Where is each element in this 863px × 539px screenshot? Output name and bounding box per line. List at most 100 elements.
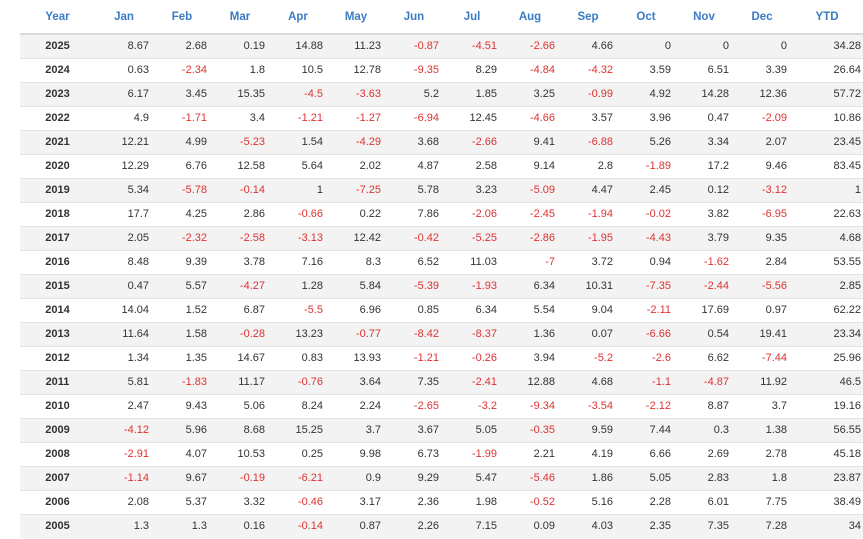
return-cell: -0.02: [617, 201, 675, 226]
year-cell: 2014: [20, 297, 95, 322]
column-header-dec[interactable]: Dec: [733, 0, 791, 35]
return-cell: -0.66: [269, 201, 327, 226]
return-cell: 1: [269, 177, 327, 202]
return-cell: 5.78: [385, 177, 443, 202]
return-cell: 5.81: [95, 369, 153, 394]
ytd-cell: 62.22: [791, 297, 863, 322]
return-cell: 1.85: [443, 81, 501, 106]
return-cell: 0.54: [675, 321, 733, 346]
return-cell: -1.62: [675, 249, 733, 274]
return-cell: 0: [675, 33, 733, 58]
return-cell: -1.14: [95, 465, 153, 490]
return-cell: 3.96: [617, 105, 675, 130]
return-cell: -6.21: [269, 465, 327, 490]
column-header-year[interactable]: Year: [20, 0, 95, 35]
return-cell: 3.34: [675, 129, 733, 154]
return-cell: 3.39: [733, 57, 791, 82]
return-cell: 1.8: [211, 57, 269, 82]
return-cell: 7.86: [385, 201, 443, 226]
ytd-cell: 46.5: [791, 369, 863, 394]
return-cell: 0.87: [327, 513, 385, 538]
return-cell: -1.93: [443, 273, 501, 298]
table-row: 2009 -4.12 5.96 8.68 15.25 3.7 3.67 5.05 -0.35 9.…: [20, 417, 863, 442]
return-cell: 14.04: [95, 297, 153, 322]
return-cell: -4.43: [617, 225, 675, 250]
return-cell: -4.84: [501, 57, 559, 82]
column-header-apr[interactable]: Apr: [269, 0, 327, 35]
return-cell: 6.66: [617, 441, 675, 466]
return-cell: 7.15: [443, 513, 501, 538]
column-header-feb[interactable]: Feb: [153, 0, 211, 35]
return-cell: 3.45: [153, 81, 211, 106]
return-cell: 0.12: [675, 177, 733, 202]
return-cell: -9.35: [385, 57, 443, 82]
return-cell: 14.88: [269, 33, 327, 58]
table-row: 2013 11.64 1.58 -0.28 13.23 -0.77 -8.42 -8.37 1.…: [20, 321, 863, 346]
return-cell: -3.63: [327, 81, 385, 106]
column-header-jul[interactable]: Jul: [443, 0, 501, 35]
return-cell: 1.36: [501, 321, 559, 346]
return-cell: 4.9: [95, 105, 153, 130]
return-cell: 17.69: [675, 297, 733, 322]
ytd-cell: 83.45: [791, 153, 863, 178]
return-cell: -2.58: [211, 225, 269, 250]
column-header-aug[interactable]: Aug: [501, 0, 559, 35]
return-cell: 1.34: [95, 345, 153, 370]
return-cell: 8.24: [269, 393, 327, 418]
return-cell: 4.99: [153, 129, 211, 154]
column-header-sep[interactable]: Sep: [559, 0, 617, 35]
return-cell: 0.47: [95, 273, 153, 298]
column-header-oct[interactable]: Oct: [617, 0, 675, 35]
return-cell: -2.45: [501, 201, 559, 226]
return-cell: 1.3: [153, 513, 211, 538]
return-cell: -1.27: [327, 105, 385, 130]
column-header-ytd[interactable]: YTD: [791, 0, 863, 35]
return-cell: -5.5: [269, 297, 327, 322]
return-cell: -2.06: [443, 201, 501, 226]
return-cell: 7.75: [733, 489, 791, 514]
return-cell: 2.35: [617, 513, 675, 538]
year-cell: 2015: [20, 273, 95, 298]
year-cell: 2007: [20, 465, 95, 490]
return-cell: -2.34: [153, 57, 211, 82]
ytd-cell: 26.64: [791, 57, 863, 82]
table-row: 2006 2.08 5.37 3.32 -0.46 3.17 2.36 1.98 -0.52 5.…: [20, 489, 863, 514]
year-cell: 2010: [20, 393, 95, 418]
return-cell: 5.37: [153, 489, 211, 514]
monthly-returns-table: Year Jan Feb Mar Apr May Jun Jul Aug Sep Oct Nov Dec…: [20, 0, 863, 538]
ytd-cell: 34.28: [791, 33, 863, 58]
return-cell: 2.47: [95, 393, 153, 418]
return-cell: -4.51: [443, 33, 501, 58]
return-cell: 7.35: [675, 513, 733, 538]
return-cell: -0.14: [269, 513, 327, 538]
column-header-may[interactable]: May: [327, 0, 385, 35]
return-cell: 9.04: [559, 297, 617, 322]
return-cell: -6.95: [733, 201, 791, 226]
return-cell: -4.12: [95, 417, 153, 442]
column-header-jan[interactable]: Jan: [95, 0, 153, 35]
return-cell: 9.41: [501, 129, 559, 154]
return-cell: 10.31: [559, 273, 617, 298]
return-cell: 1.54: [269, 129, 327, 154]
return-cell: -1.21: [385, 345, 443, 370]
column-header-mar[interactable]: Mar: [211, 0, 269, 35]
ytd-cell: 10.86: [791, 105, 863, 130]
column-header-jun[interactable]: Jun: [385, 0, 443, 35]
return-cell: -1.83: [153, 369, 211, 394]
column-header-nov[interactable]: Nov: [675, 0, 733, 35]
return-cell: 14.67: [211, 345, 269, 370]
return-cell: 0.07: [559, 321, 617, 346]
return-cell: 0.63: [95, 57, 153, 82]
year-cell: 2021: [20, 129, 95, 154]
year-cell: 2006: [20, 489, 95, 514]
table-row: 2010 2.47 9.43 5.06 8.24 2.24 -2.65 -3.2 -9.34 -3…: [20, 393, 863, 418]
ytd-cell: 38.49: [791, 489, 863, 514]
return-cell: -8.42: [385, 321, 443, 346]
return-cell: 0.09: [501, 513, 559, 538]
return-cell: 2.84: [733, 249, 791, 274]
ytd-cell: 45.18: [791, 441, 863, 466]
return-cell: 1.98: [443, 489, 501, 514]
table-header: Year Jan Feb Mar Apr May Jun Jul Aug Sep Oct Nov Dec…: [20, 0, 863, 35]
return-cell: -5.39: [385, 273, 443, 298]
year-cell: 2011: [20, 369, 95, 394]
